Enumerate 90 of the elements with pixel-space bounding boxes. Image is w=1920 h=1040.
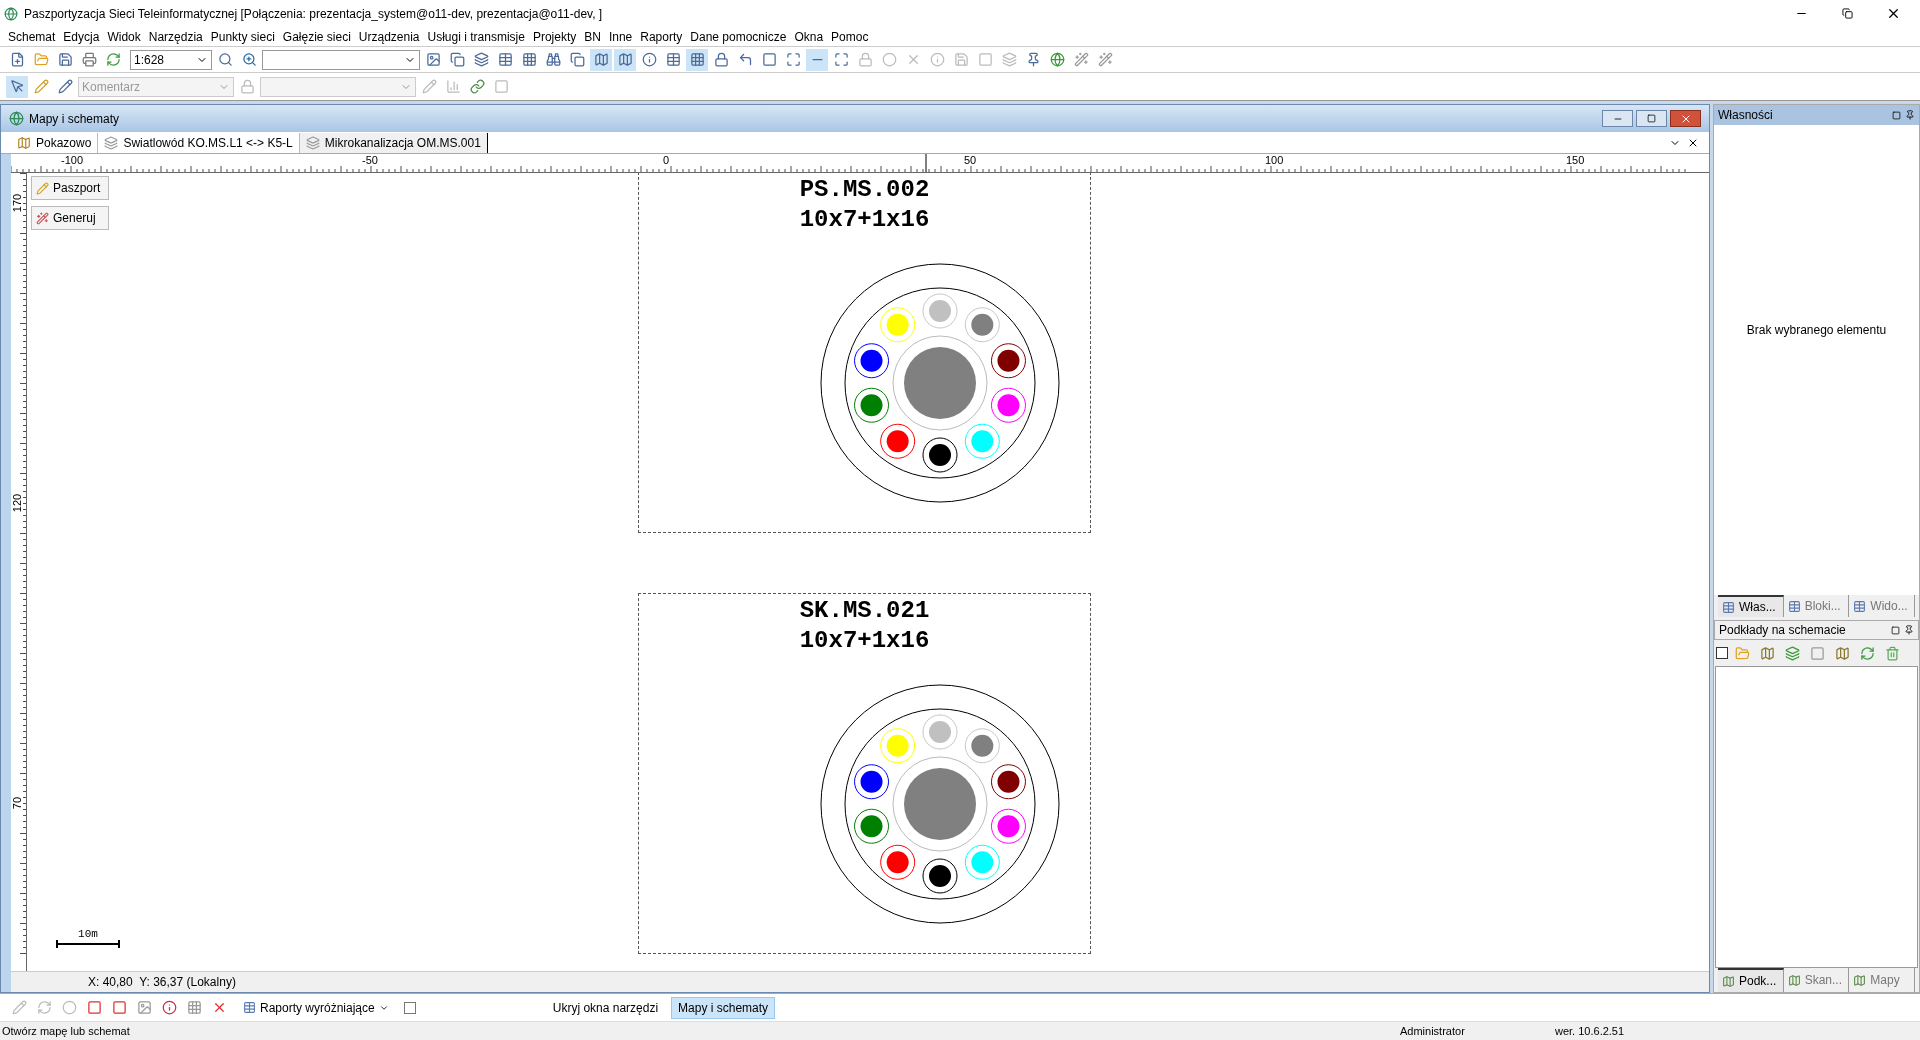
ruler-label: 150 [1566,154,1585,166]
window-button[interactable]: Mapy i schematy [671,996,776,1019]
menu-item[interactable]: Edycja [59,27,104,46]
ruler-label: 0 [663,154,670,166]
float-icon [1891,625,1900,635]
table-icon [1787,599,1801,613]
document-tab[interactable]: Mikrokanalizacja OM.MS.001 [299,132,488,153]
tab-label: Mapy [1870,972,1900,989]
tab-label: Podk... [1739,973,1777,990]
reports-button[interactable]: Raporty wyróżniające [239,996,393,1019]
diagram-title: PS.MS.002 [799,175,930,205]
ruler-label: 120 [11,493,23,513]
tab-label: Bloki... [1804,598,1841,615]
layers-icon [104,135,119,150]
cable-spec: 10x7+1x16 [799,626,930,656]
status-message: Otwórz mapę lub schemat [1,1023,131,1039]
menu-item[interactable]: Raporty [636,27,687,46]
scale-bar-label: 10m [78,929,98,940]
generate-button[interactable]: Generuj [31,206,109,230]
maximize-icon[interactable] [1647,114,1656,123]
menu-item[interactable]: Usługi i transmisje [423,27,529,46]
tab-label: Skan... [1804,972,1843,989]
panel-tab[interactable]: Podk... [1718,968,1784,992]
panel-tab[interactable]: Mapy [1849,968,1915,992]
document-title: Mapy i schematy [29,110,120,128]
ruler-label: -50 [362,154,378,166]
menu-item[interactable]: Gałęzie sieci [278,27,355,46]
tab-label: Wido... [1870,598,1908,615]
scale-bar [56,940,120,948]
scale-value: 1:628 [134,51,165,69]
app-icon [4,6,18,21]
status-user: Administrator [1400,1023,1466,1039]
menu-item[interactable]: Projekty [528,27,581,46]
panel-title: Własności [1718,107,1773,124]
pencil-icon [36,181,49,195]
scale-combo[interactable]: 1:628 [130,49,212,70]
menu-item[interactable]: Narzędzia [144,27,207,46]
comment-placeholder: Komentarz [82,78,141,96]
table-icon [1853,599,1867,613]
cable-spec: 10x7+1x16 [799,205,930,235]
pointer-icon[interactable] [6,75,28,98]
ruler-label: -100 [61,154,84,166]
menu-item[interactable]: Inne [604,27,637,46]
diagram-title: SK.MS.021 [799,596,930,626]
status-version: wer. 10.6.2.51 [1555,1023,1625,1039]
tab-label: Włas... [1739,599,1776,616]
tab-label: Pokazowo [36,134,92,152]
panel-tab[interactable]: Wido... [1849,595,1915,617]
toolbar-icon[interactable] [686,48,708,71]
float-icon [1892,110,1901,120]
button-label: Generuj [53,210,96,227]
ruler-label: 170 [11,193,23,213]
maximize-button[interactable] [1636,110,1667,127]
panel-tab[interactable]: Włas... [1718,595,1784,617]
checkbox[interactable] [1716,647,1728,659]
panel-tab[interactable]: Skan... [1783,968,1850,992]
menu-item[interactable]: BN [580,27,605,46]
passport-button[interactable]: Paszport [31,176,109,200]
menu-item[interactable]: Urządzenia [354,27,424,46]
menu-item[interactable]: Schemat [4,27,60,46]
hide-tools-button[interactable]: Ukryj okna narzędzi [548,996,663,1019]
ruler-label: 100 [1265,154,1284,166]
restore-icon[interactable] [1841,8,1853,19]
location-combo[interactable] [262,49,420,70]
menu-item[interactable]: Punkty sieci [206,27,279,46]
menu-item[interactable]: Widok [103,27,145,46]
empty-message: Brak wybranego elementu [1746,322,1887,339]
ruler-label: 50 [964,154,977,166]
pin-icon [1904,625,1914,635]
menu-item[interactable]: Okna [790,27,828,46]
wand-icon [36,211,49,225]
minimize-button[interactable] [1602,110,1633,127]
menu-item[interactable]: Pomoc [827,27,873,46]
table-icon [1722,600,1735,614]
tab-label: Swiatlowód KO.MS.L1 <-> K5-L [123,134,293,152]
panel-tab[interactable]: Bloki... [1783,595,1850,617]
menu-item[interactable]: Dane pomocnicze [686,27,791,46]
toolbar-icon[interactable] [614,48,636,71]
button-label: Paszport [53,180,101,197]
toolbar-icon[interactable] [590,48,612,71]
tab-label: Mikrokanalizacja OM.MS.001 [324,134,481,152]
pin-icon [1905,110,1915,120]
button-label: Raporty wyróżniające [260,999,375,1017]
panel-title: Podkłady na schemacie [1719,622,1846,639]
close-button[interactable] [1670,110,1701,127]
coordinates: X: 40,80 Y: 36,37 (Lokalny) [88,974,236,991]
table-icon [243,1001,256,1014]
checkbox[interactable] [403,1001,416,1014]
layers-icon [305,135,320,150]
window-title: Paszportyzacja Sieci Teleinformatycznej [Połączenia: prezentacja_system@o11-dev, prezentacja@o11-dev, ] [24,5,603,23]
